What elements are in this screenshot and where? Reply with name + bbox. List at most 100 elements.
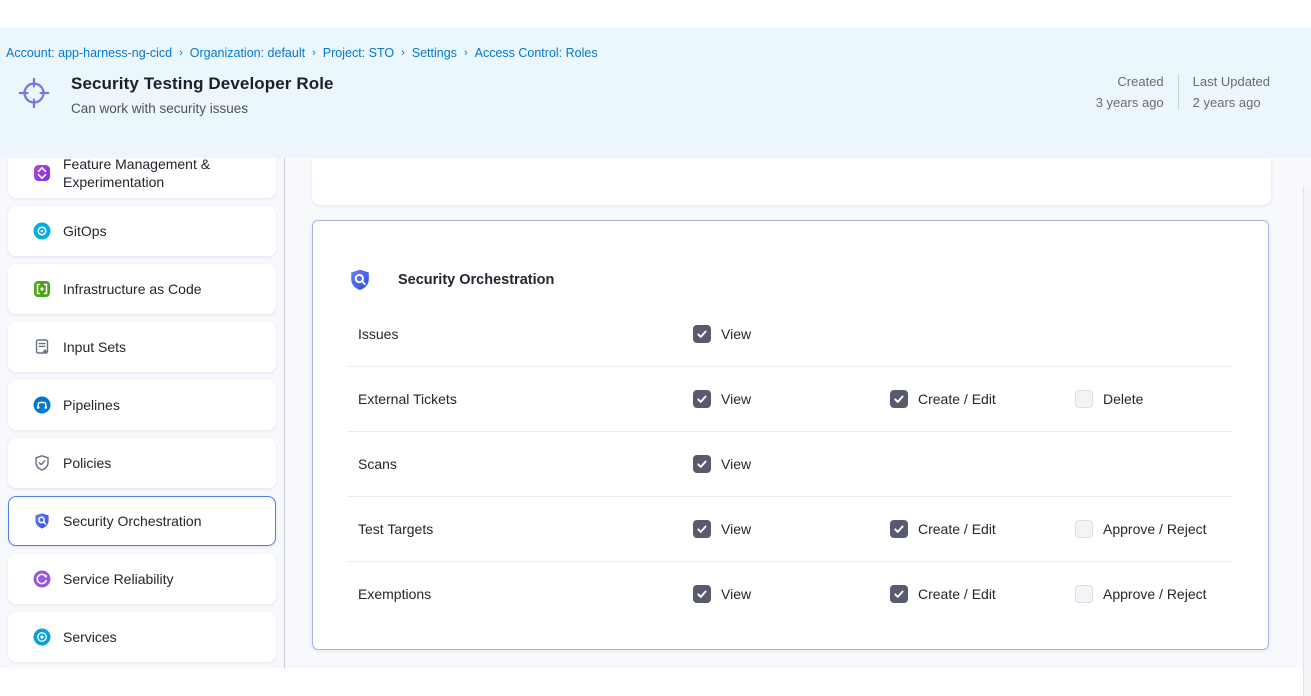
unchecked-checkbox[interactable]	[1075, 585, 1093, 603]
permission-row-external-tickets: External Tickets View Create / Edit Delete	[348, 366, 1233, 431]
resource-label: External Tickets	[358, 391, 457, 407]
checked-checkbox[interactable]	[693, 585, 711, 603]
permission-cell: Create / Edit	[890, 390, 996, 408]
security-orchestration-icon	[348, 268, 372, 292]
permission-cell: View	[693, 520, 751, 538]
sidebar-item-services[interactable]: Services	[8, 612, 276, 662]
permission-row-test-targets: Test Targets View Create / Edit Approve / R…	[348, 496, 1233, 561]
permission-row-exemptions: Exemptions View Create / Edit Approve / Rej…	[348, 561, 1233, 626]
breadcrumb-separator-icon: ›	[179, 47, 183, 59]
permission-row-scans: Scans View	[348, 431, 1233, 496]
infrastructure-icon	[33, 280, 51, 298]
sidebar-item-label: Services	[63, 628, 117, 646]
breadcrumb-separator-icon: ›	[401, 47, 405, 59]
permission-rows: Issues View External Tickets View Create / E…	[313, 301, 1268, 626]
permission-cell: Create / Edit	[890, 520, 996, 538]
sidebar-item-pipelines[interactable]: Pipelines	[8, 380, 276, 430]
permission-label: View	[721, 391, 751, 407]
checked-checkbox[interactable]	[693, 520, 711, 538]
permission-label: Create / Edit	[918, 521, 996, 537]
breadcrumb-separator-icon: ›	[312, 47, 316, 59]
panel-header: Security Orchestration	[313, 221, 1268, 301]
meta-value: 3 years ago	[1096, 95, 1164, 110]
sidebar-item-security-orchestration[interactable]: Security Orchestration	[8, 496, 276, 546]
sidebar-item-gitops[interactable]: GitOps	[8, 206, 276, 256]
sidebar-item-label: Feature Management & Experimentation	[63, 158, 265, 191]
meta-value: 2 years ago	[1193, 95, 1270, 110]
page-subtitle: Can work with security issues	[71, 101, 1096, 116]
sidebar-item-feature-management-experimentation[interactable]: Feature Management & Experimentation	[8, 158, 276, 198]
policies-icon	[33, 454, 51, 472]
resource-sidebar: Feature Management & Experimentation GitO…	[0, 158, 285, 668]
resource-label: Test Targets	[358, 521, 433, 537]
unchecked-checkbox[interactable]	[1075, 390, 1093, 408]
sidebar-item-label: Infrastructure as Code	[63, 280, 202, 298]
sidebar-item-label: Security Orchestration	[63, 512, 202, 530]
resource-label: Scans	[358, 456, 397, 472]
panel-title: Security Orchestration	[398, 272, 554, 288]
breadcrumb-separator-icon: ›	[464, 47, 468, 59]
permission-row-issues: Issues View	[348, 301, 1233, 366]
permission-cell: View	[693, 390, 751, 408]
permission-label: Approve / Reject	[1103, 521, 1207, 537]
checked-checkbox[interactable]	[890, 585, 908, 603]
breadcrumb: Account: app-harness-ng-cicd › Organizatio…	[5, 38, 1311, 60]
checked-checkbox[interactable]	[693, 390, 711, 408]
checked-checkbox[interactable]	[890, 520, 908, 538]
permission-cell: Approve / Reject	[1075, 585, 1207, 603]
breadcrumb-link[interactable]: Account: app-harness-ng-cicd	[6, 46, 172, 60]
resource-label: Exemptions	[358, 586, 431, 602]
feature-flags-icon	[33, 164, 51, 182]
content-region: Feature Management & Experimentation GitO…	[0, 158, 1311, 668]
permission-label: View	[721, 521, 751, 537]
sidebar-item-policies[interactable]: Policies	[8, 438, 276, 488]
permission-label: Create / Edit	[918, 391, 996, 407]
browser-white-strip	[0, 0, 1311, 28]
created-meta: Created 3 years ago	[1096, 74, 1164, 110]
permission-label: View	[721, 586, 751, 602]
meta-divider	[1178, 74, 1179, 110]
gitops-icon	[33, 222, 51, 240]
permission-cell: View	[693, 455, 751, 473]
meta-label: Created	[1096, 74, 1164, 89]
unchecked-checkbox[interactable]	[1075, 520, 1093, 538]
breadcrumb-link[interactable]: Access Control: Roles	[475, 46, 598, 60]
page-scrollbar[interactable]	[1303, 186, 1311, 696]
permission-label: Approve / Reject	[1103, 586, 1207, 602]
sidebar-item-service-reliability[interactable]: Service Reliability	[8, 554, 276, 604]
resource-label: Issues	[358, 326, 398, 342]
app-root: Account: app-harness-ng-cicd › Organizatio…	[0, 0, 1311, 696]
sidebar-item-label: Input Sets	[63, 338, 126, 356]
security-orchestration-icon	[33, 512, 51, 530]
permission-label: View	[721, 456, 751, 472]
permission-label: View	[721, 326, 751, 342]
permission-cell: Delete	[1075, 390, 1143, 408]
sidebar-item-label: Service Reliability	[63, 570, 173, 588]
breadcrumb-link[interactable]: Project: STO	[323, 46, 394, 60]
page-title: Security Testing Developer Role	[71, 74, 1096, 94]
page-header: Account: app-harness-ng-cicd › Organizatio…	[0, 28, 1311, 158]
sidebar-item-label: Pipelines	[63, 396, 120, 414]
main-column: Security Orchestration IssuesViewExterna…	[285, 158, 1311, 668]
last-updated-meta: Last Updated2 years ago	[1193, 74, 1270, 110]
permission-label: Create / Edit	[918, 586, 996, 602]
checked-checkbox[interactable]	[693, 455, 711, 473]
role-target-icon	[17, 76, 51, 110]
meta-block: Created 3 years ago Last Updated2 years ag…	[1096, 74, 1270, 110]
services-icon	[33, 628, 51, 646]
permission-cell: View	[693, 325, 751, 343]
checked-checkbox[interactable]	[693, 325, 711, 343]
sidebar-item-infrastructure-as-code[interactable]: Infrastructure as Code	[8, 264, 276, 314]
sidebar-item-input-sets[interactable]: Input Sets	[8, 322, 276, 372]
input-sets-icon	[33, 338, 51, 356]
permission-label: Delete	[1103, 391, 1143, 407]
scrolled-card-bottom	[312, 158, 1271, 205]
breadcrumb-link[interactable]: Settings	[412, 46, 457, 60]
breadcrumb-link[interactable]: Organization: default	[190, 46, 305, 60]
service-reliability-icon	[33, 570, 51, 588]
permission-cell: Create / Edit	[890, 585, 996, 603]
sidebar-item-label: Policies	[63, 454, 111, 472]
checked-checkbox[interactable]	[890, 390, 908, 408]
permission-cell: Approve / Reject	[1075, 520, 1207, 538]
pipelines-icon	[33, 396, 51, 414]
